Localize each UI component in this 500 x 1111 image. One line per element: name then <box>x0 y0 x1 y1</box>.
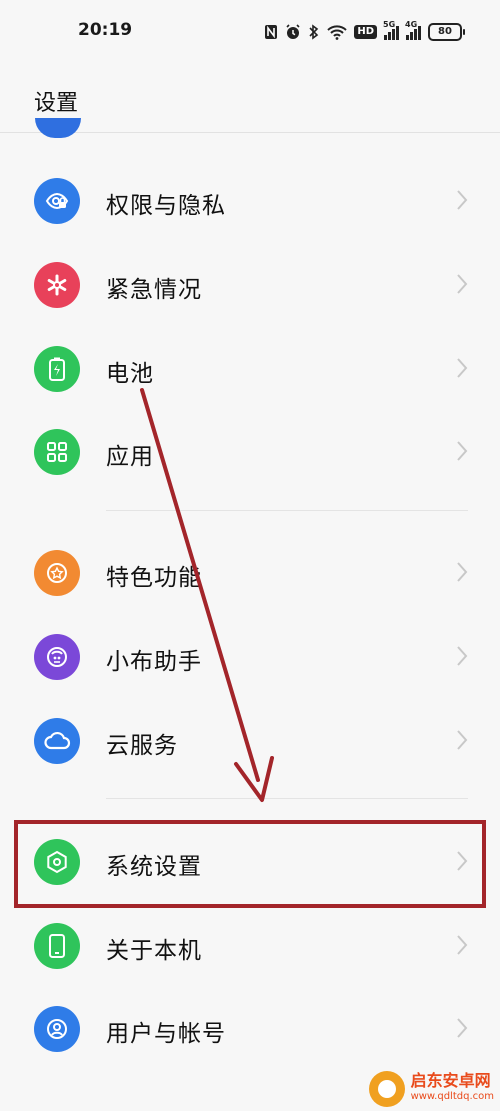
assistant-icon <box>34 634 80 680</box>
battery-icon: 80 <box>428 23 465 41</box>
settings-item-label: 应用 <box>106 444 154 470</box>
chevron-right-icon <box>457 935 468 955</box>
settings-item-label: 特色功能 <box>106 565 202 591</box>
chevron-right-icon <box>457 441 468 461</box>
settings-item-label: 权限与隐私 <box>106 193 226 219</box>
status-time: 20:19 <box>78 20 133 40</box>
cloud-icon <box>34 718 80 764</box>
scrolled-item-icon[interactable] <box>35 118 81 138</box>
signal-4g-label: 4G <box>405 20 418 29</box>
star-badge-icon <box>34 550 80 596</box>
settings-item-apps[interactable]: 应用 <box>0 410 500 494</box>
settings-item-label: 紧急情况 <box>106 277 202 303</box>
section-divider <box>106 798 468 799</box>
settings-item-privacy[interactable]: 权限与隐私 <box>0 159 500 243</box>
watermark-name: 启东安卓网 <box>410 1071 491 1090</box>
settings-item-label: 用户与帐号 <box>106 1021 226 1047</box>
wifi-icon <box>327 25 348 40</box>
settings-item-label: 电池 <box>106 361 154 387</box>
nfc-icon <box>265 25 278 39</box>
settings-item-label: 关于本机 <box>106 938 202 964</box>
page-title: 设置 <box>34 91 79 116</box>
watermark-url: www.qdltdq.com <box>410 1091 494 1102</box>
chevron-right-icon <box>457 730 468 750</box>
signal-4g-icon: 4G <box>405 20 421 40</box>
settings-item-emergency[interactable]: 紧急情况 <box>0 243 500 327</box>
chevron-right-icon <box>457 562 468 582</box>
status-bar: 20:19 HD 5G 4G 80 <box>0 0 500 64</box>
settings-item-label: 小布助手 <box>106 649 202 675</box>
chevron-right-icon <box>457 646 468 666</box>
settings-item-label: 云服务 <box>106 733 178 759</box>
settings-item-cloud[interactable]: 云服务 <box>0 699 500 783</box>
settings-item-accounts[interactable]: 用户与帐号 <box>0 987 500 1071</box>
status-icons: HD 5G 4G 80 <box>264 20 465 43</box>
settings-item-about[interactable]: 关于本机 <box>0 904 500 988</box>
alarm-icon <box>286 24 300 39</box>
asterisk-icon <box>34 262 80 308</box>
watermark-logo <box>368 1071 405 1107</box>
hd-icon: HD <box>354 25 377 39</box>
highlight-box <box>14 820 486 908</box>
signal-5g-label: 5G <box>383 20 396 29</box>
apps-grid-icon <box>34 429 80 475</box>
chevron-right-icon <box>457 358 468 378</box>
phone-icon <box>34 923 80 969</box>
signal-5g-icon: 5G <box>383 20 399 40</box>
settings-item-battery[interactable]: 电池 <box>0 327 500 411</box>
settings-item-assistant[interactable]: 小布助手 <box>0 615 500 699</box>
chevron-right-icon <box>457 190 468 210</box>
section-divider <box>106 510 468 511</box>
watermark-text: 启东安卓网 www.qdltdq.com <box>411 1073 494 1105</box>
eye-lock-icon <box>34 178 80 224</box>
watermark: 启东安卓网 www.qdltdq.com <box>368 1071 494 1107</box>
settings-item-features[interactable]: 特色功能 <box>0 531 500 615</box>
chevron-right-icon <box>457 274 468 294</box>
chevron-right-icon <box>457 1018 468 1038</box>
battery-charge-icon <box>34 346 80 392</box>
user-icon <box>34 1006 80 1052</box>
bluetooth-icon <box>309 24 319 40</box>
